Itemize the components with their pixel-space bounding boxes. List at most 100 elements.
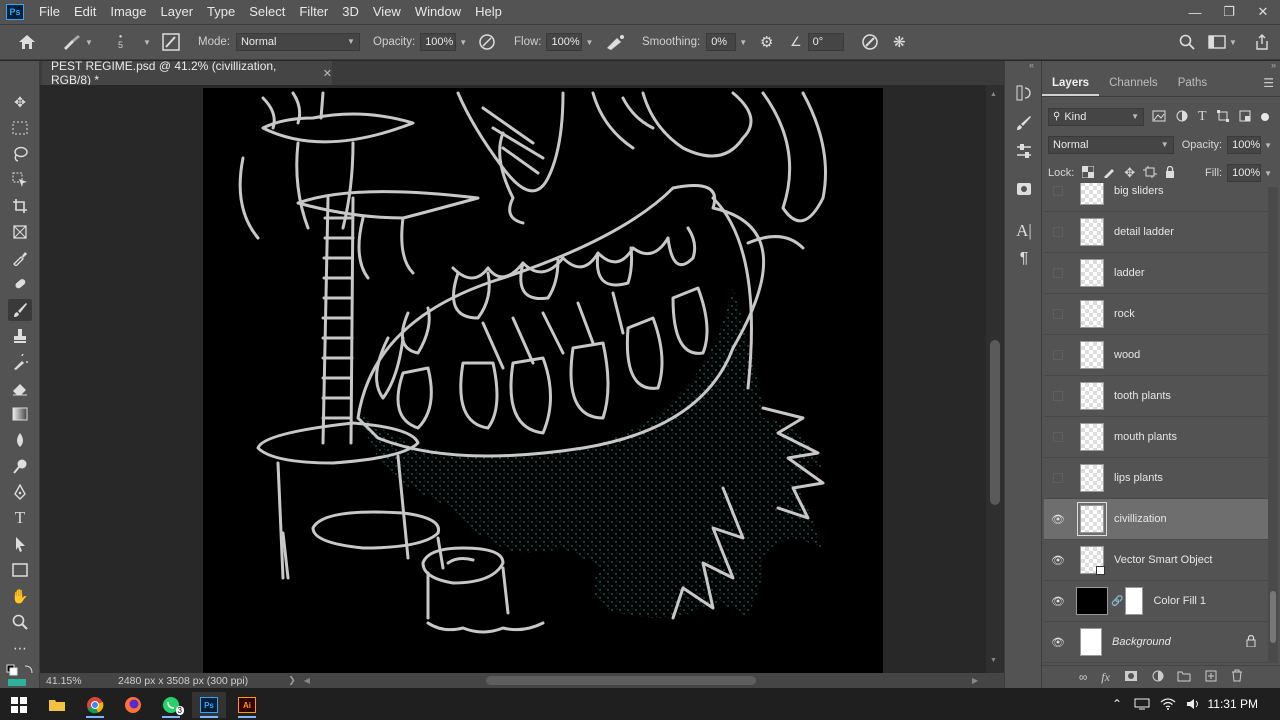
workspace-icon[interactable]: ▼ bbox=[1208, 25, 1237, 59]
layer-opacity-caret-icon[interactable]: ▼ bbox=[1264, 141, 1272, 150]
canvas-area[interactable] bbox=[40, 85, 986, 675]
history-panel-icon[interactable] bbox=[1014, 83, 1034, 103]
layer-row-rock[interactable]: rock bbox=[1044, 294, 1268, 335]
document-canvas[interactable] bbox=[203, 88, 883, 673]
marquee-tool-icon[interactable] bbox=[8, 117, 32, 139]
whatsapp-icon[interactable]: 3 bbox=[154, 692, 188, 718]
gear-icon[interactable]: ⚙ bbox=[760, 25, 773, 59]
layer-row-detail-ladder[interactable]: detail ladder bbox=[1044, 212, 1268, 253]
fill-caret-icon[interactable]: ▼ bbox=[1264, 169, 1272, 178]
document-tab[interactable]: PEST REGIME.psd @ 41.2% (civillization, … bbox=[42, 59, 332, 87]
pressure-opacity-icon[interactable] bbox=[478, 25, 496, 59]
blend-mode-select[interactable]: Normal ▼ bbox=[1048, 136, 1174, 154]
hscroll-right-icon[interactable]: ▶ bbox=[972, 676, 978, 685]
symmetry-butterfly-icon[interactable]: ❋ bbox=[893, 25, 906, 59]
scroll-down-icon[interactable]: ▼ bbox=[990, 657, 997, 664]
path-selection-tool-icon[interactable] bbox=[8, 533, 32, 555]
visibility-toggle[interactable] bbox=[1044, 227, 1072, 237]
visibility-toggle[interactable]: 👁 bbox=[1044, 595, 1072, 608]
layer-row-lips-plants[interactable]: lips plants bbox=[1044, 458, 1268, 499]
trash-icon[interactable] bbox=[1231, 669, 1243, 685]
dodge-tool-icon[interactable] bbox=[8, 455, 32, 477]
new-layer-icon[interactable] bbox=[1205, 670, 1217, 685]
file-explorer-icon[interactable] bbox=[40, 692, 74, 718]
collapse-panel-icon[interactable]: « bbox=[1029, 60, 1034, 70]
paragraph-panel-icon[interactable]: ¶ bbox=[1014, 249, 1034, 269]
eraser-tool-icon[interactable] bbox=[8, 377, 32, 399]
brush-preset-icon[interactable]: ▼ bbox=[62, 25, 93, 59]
brush-size-indicator[interactable]: ● 5 bbox=[118, 25, 123, 59]
firefox-icon[interactable] bbox=[116, 692, 150, 718]
menu-edit[interactable]: Edit bbox=[67, 0, 103, 24]
pen-tool-icon[interactable] bbox=[8, 481, 32, 503]
flow-caret-icon[interactable]: ▼ bbox=[585, 38, 593, 47]
hand-tool-icon[interactable]: ✋ bbox=[8, 585, 32, 607]
filter-kind-select[interactable]: ⚲ Kind ▼ bbox=[1048, 108, 1144, 126]
character-panel-icon[interactable]: A| bbox=[1014, 221, 1034, 241]
vertical-scroll-thumb[interactable] bbox=[990, 340, 1000, 505]
default-colors-icon[interactable] bbox=[6, 664, 36, 689]
menu-select[interactable]: Select bbox=[242, 0, 292, 24]
filter-shape-icon[interactable] bbox=[1216, 109, 1229, 125]
lock-all-icon[interactable] bbox=[1165, 165, 1175, 181]
smoothing-field[interactable]: 0% bbox=[706, 33, 737, 51]
vertical-scrollbar[interactable]: ▲ ▼ bbox=[986, 85, 1004, 675]
brush-tool-icon[interactable] bbox=[8, 299, 32, 321]
close-tab-icon[interactable]: ✕ bbox=[323, 67, 332, 80]
visibility-toggle[interactable] bbox=[1044, 391, 1072, 401]
visibility-toggle[interactable] bbox=[1044, 309, 1072, 319]
lock-image-icon[interactable] bbox=[1103, 166, 1115, 181]
menu-3d[interactable]: 3D bbox=[335, 0, 366, 24]
move-tool-icon[interactable]: ✥ bbox=[8, 91, 32, 113]
angle-field[interactable]: 0° bbox=[807, 33, 844, 51]
layer-row-tooth-plants[interactable]: tooth plants bbox=[1044, 376, 1268, 417]
fx-icon[interactable]: fx bbox=[1101, 670, 1110, 685]
panel-menu-icon[interactable]: ☰ bbox=[1263, 71, 1274, 96]
visibility-toggle[interactable] bbox=[1044, 432, 1072, 442]
tab-channels[interactable]: Channels bbox=[1099, 71, 1168, 96]
brush-size-caret-icon[interactable]: ▼ bbox=[140, 25, 151, 59]
menu-help[interactable]: Help bbox=[468, 0, 509, 24]
menu-view[interactable]: View bbox=[366, 0, 408, 24]
search-icon[interactable] bbox=[1179, 25, 1195, 59]
lasso-tool-icon[interactable] bbox=[8, 143, 32, 165]
eyedropper-tool-icon[interactable] bbox=[8, 247, 32, 269]
volume-icon[interactable] bbox=[1186, 688, 1200, 720]
link-layers-icon[interactable]: ∞ bbox=[1079, 670, 1088, 684]
collapse-right-icon[interactable]: » bbox=[1271, 60, 1276, 70]
clone-stamp-tool-icon[interactable] bbox=[8, 325, 32, 347]
new-group-icon[interactable] bbox=[1177, 670, 1191, 685]
visibility-toggle[interactable]: 👁 bbox=[1044, 554, 1072, 567]
visibility-toggle[interactable] bbox=[1044, 473, 1072, 483]
tab-paths[interactable]: Paths bbox=[1168, 71, 1217, 96]
type-tool-icon[interactable]: T bbox=[8, 507, 32, 529]
opacity-field[interactable]: 100% bbox=[420, 33, 457, 51]
lock-position-icon[interactable]: ✥ bbox=[1124, 165, 1135, 181]
menu-image[interactable]: Image bbox=[103, 0, 153, 24]
add-mask-icon[interactable] bbox=[1124, 670, 1138, 685]
layers-scroll-thumb[interactable] bbox=[1270, 591, 1276, 643]
smoothing-caret-icon[interactable]: ▼ bbox=[739, 38, 747, 47]
illustrator-icon[interactable]: Ai bbox=[230, 692, 264, 718]
blur-tool-icon[interactable] bbox=[8, 429, 32, 451]
tab-layers[interactable]: Layers bbox=[1042, 71, 1100, 96]
fill-field[interactable]: 100% bbox=[1227, 164, 1262, 182]
layer-row-civillization[interactable]: 👁 civillization bbox=[1044, 499, 1268, 540]
gradient-tool-icon[interactable] bbox=[8, 403, 32, 425]
filter-pixel-icon[interactable] bbox=[1152, 110, 1166, 125]
wifi-icon[interactable] bbox=[1160, 688, 1176, 720]
visibility-toggle[interactable] bbox=[1044, 268, 1072, 278]
layer-row-ladder[interactable]: ladder bbox=[1044, 253, 1268, 294]
opacity-caret-icon[interactable]: ▼ bbox=[459, 38, 467, 47]
layer-opacity-field[interactable]: 100% bbox=[1227, 136, 1262, 154]
adjustment-layer-icon[interactable] bbox=[1152, 670, 1164, 685]
menu-file[interactable]: File bbox=[32, 0, 67, 24]
close-icon[interactable]: ✕ bbox=[1246, 0, 1280, 24]
filter-smart-object-icon[interactable] bbox=[1239, 110, 1251, 125]
minimize-icon[interactable]: — bbox=[1178, 0, 1212, 24]
lock-artboard-icon[interactable] bbox=[1143, 165, 1158, 181]
menu-window[interactable]: Window bbox=[408, 0, 468, 24]
visibility-toggle[interactable]: 👁 bbox=[1044, 636, 1072, 649]
status-expand-icon[interactable]: ❯ bbox=[288, 675, 296, 686]
network-icon[interactable] bbox=[1134, 688, 1150, 720]
